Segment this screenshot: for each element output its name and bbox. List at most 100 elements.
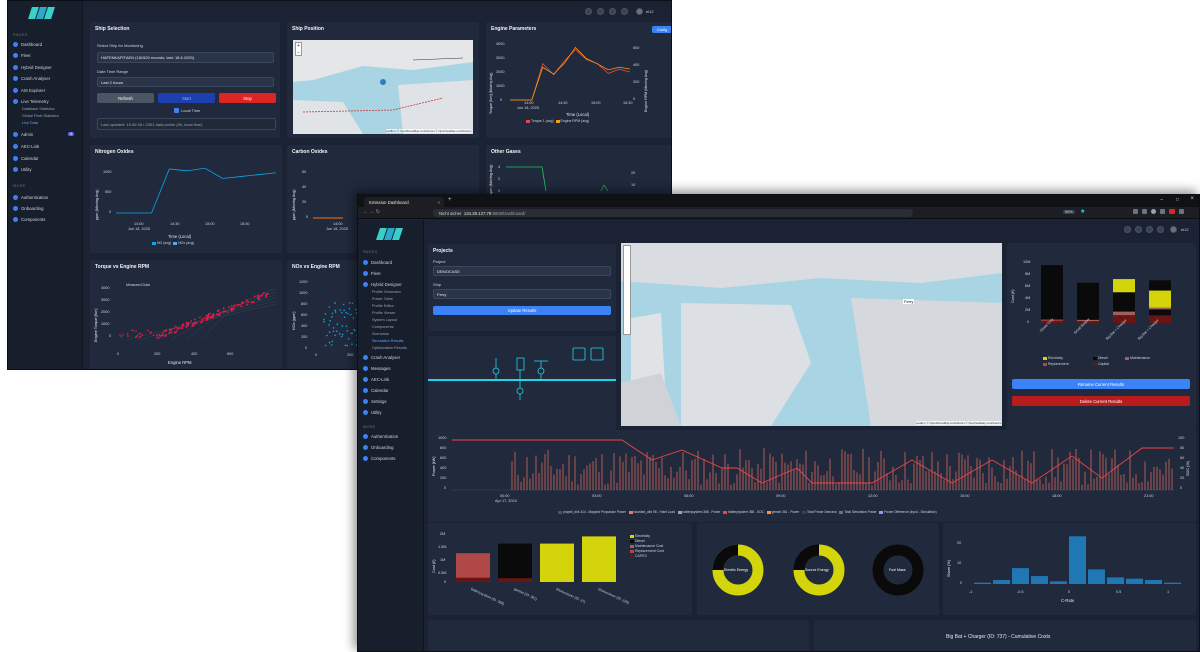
settings-icon[interactable] xyxy=(1135,226,1142,233)
bell-icon[interactable] xyxy=(621,8,628,15)
close-window-icon[interactable]: × xyxy=(1190,196,1194,202)
back-nav-icon[interactable]: ← → ↻ xyxy=(363,209,380,215)
nav-ais-explorer[interactable]: AIS Explorer xyxy=(13,88,45,93)
nav-aec-link[interactable]: AEC-Link xyxy=(363,377,389,382)
nav-sub-item[interactable]: System Layout xyxy=(372,318,397,322)
settings-icon[interactable] xyxy=(597,8,604,15)
nav-sub-item-active[interactable]: Simulation Results xyxy=(372,339,403,343)
scatter-point xyxy=(353,328,355,331)
nav-sub-item[interactable]: Profile Editor xyxy=(372,304,394,308)
scatter-point xyxy=(240,305,243,308)
map-attribution: Leaflet | © OpenStreetMap contributors ©… xyxy=(386,129,471,133)
zoom-indicator[interactable]: 90% xyxy=(1063,210,1075,214)
scatter-point xyxy=(334,302,336,304)
update-results-button[interactable]: Update Results xyxy=(433,306,611,315)
nav-fleet[interactable]: Fleet xyxy=(13,53,31,58)
nav-dashboard[interactable]: Dashboard xyxy=(13,42,42,47)
nav-hybrid-designer[interactable]: Hybrid Designer xyxy=(13,65,52,70)
scatter-point xyxy=(332,330,335,333)
nav-sub-item[interactable]: Scenarios xyxy=(372,332,389,336)
nav-utility[interactable]: Utility xyxy=(13,167,32,172)
legend-item: Capital xyxy=(1093,362,1109,366)
nav-onboarding[interactable]: Onboarding xyxy=(363,445,393,450)
stop-button[interactable]: Stop xyxy=(219,93,276,103)
nav-utility[interactable]: Utility xyxy=(363,410,382,415)
nav-sub-live-data[interactable]: Live Data xyxy=(22,121,38,125)
config-button[interactable]: Config xyxy=(652,26,671,33)
ship-map[interactable]: + − Leaflet | © OpenStreetMap contributor… xyxy=(293,40,473,134)
zoom-control[interactable]: + − xyxy=(295,42,302,56)
user-name[interactable]: ei12 xyxy=(646,9,654,14)
nav-dashboard[interactable]: Dashboard xyxy=(363,260,392,265)
search-icon[interactable] xyxy=(1124,226,1131,233)
nav-sub-db-stats[interactable]: Database Statistics xyxy=(22,107,55,111)
scatter-point xyxy=(351,343,353,346)
nav-sub-item[interactable]: Components xyxy=(372,325,394,329)
ship-selection-card: Ship Selection Select Ship for Monitorin… xyxy=(90,22,280,138)
nav-components[interactable]: Components xyxy=(13,217,45,222)
nav-calendar[interactable]: Calendar xyxy=(363,388,388,393)
nav-sub-fleet-stats[interactable]: Global Fleet Statistics xyxy=(22,114,59,118)
nav-crash-analyser[interactable]: Crash Analyser xyxy=(363,355,400,360)
local-time-checkbox[interactable] xyxy=(174,108,179,113)
nav-aec-link[interactable]: AEC-Link xyxy=(13,144,39,149)
ship-select[interactable]: HAFENKAPITAEN (181520 records, last: 18.… xyxy=(97,52,274,63)
nav-fleet[interactable]: Fleet xyxy=(363,271,381,276)
nav-onboarding[interactable]: Onboarding xyxy=(13,206,43,211)
ship-select[interactable]: Ferry xyxy=(433,289,611,299)
y-tick: 6M xyxy=(1025,284,1031,288)
series-line-0 xyxy=(510,49,631,101)
nav-sub-item[interactable]: Profile Viewer xyxy=(372,311,395,315)
refresh-button[interactable]: Refresh xyxy=(97,93,154,103)
avatar[interactable] xyxy=(636,8,643,15)
nav-messages[interactable]: Messages xyxy=(363,366,391,371)
scatter-point xyxy=(231,304,233,307)
nav-components[interactable]: Components xyxy=(363,456,395,461)
rename-results-button[interactable]: Rename Current Results xyxy=(1012,379,1190,389)
project-select[interactable]: DEMOCASE xyxy=(433,266,611,276)
theme-icon[interactable] xyxy=(609,8,616,15)
scatter-point xyxy=(219,311,222,314)
star-icon[interactable]: ★ xyxy=(1080,208,1085,215)
route-map[interactable]: Ferry Leaflet | © OpenStreetMap contribu… xyxy=(621,243,1002,426)
delete-results-button[interactable]: Delete Current Results xyxy=(1012,396,1190,406)
nav-sub-item[interactable]: Power Table xyxy=(372,297,393,301)
avatar[interactable] xyxy=(1170,226,1177,233)
browser-tab[interactable]: Emission Dashboard × xyxy=(364,197,444,207)
y-tick: 20 xyxy=(302,200,307,204)
minimize-icon[interactable]: – xyxy=(1160,197,1163,203)
sidebar: PAGES Dashboard Fleet Hybrid Designer Cr… xyxy=(8,1,83,369)
power-timeseries-plot xyxy=(452,439,1174,491)
toolbar-icons[interactable] xyxy=(1133,209,1193,216)
y2-tick: 0 xyxy=(1180,486,1183,490)
nav-sub-item[interactable]: Profile Generator xyxy=(372,290,401,294)
scatter-point xyxy=(203,317,206,320)
nav-live-telemetry[interactable]: Live Telemetry xyxy=(13,99,49,104)
bell-icon[interactable] xyxy=(1157,226,1164,233)
url-field[interactable]: Nicht sicher 134.28.127.78:8000/Dashboar… xyxy=(433,209,913,217)
start-button[interactable]: Start xyxy=(158,93,215,103)
nav-admin[interactable]: Admin xyxy=(13,132,33,137)
scatter-point xyxy=(246,303,248,306)
scatter-point xyxy=(351,302,354,305)
theme-icon[interactable] xyxy=(1146,226,1153,233)
maximize-icon[interactable]: □ xyxy=(1176,197,1179,203)
system-diagram xyxy=(428,347,616,400)
search-icon[interactable] xyxy=(585,8,592,15)
nav-crash-analyser[interactable]: Crash Analyser xyxy=(13,76,50,81)
nav-sub-item[interactable]: Optimization Results xyxy=(372,346,407,350)
nav-hybrid-designer[interactable]: Hybrid Designer xyxy=(363,282,402,287)
app-logo xyxy=(376,228,403,240)
section-label: MORE xyxy=(13,184,26,188)
nav-settings[interactable]: Settings xyxy=(363,399,387,404)
new-tab-icon[interactable]: + xyxy=(448,197,452,203)
field-label: Date Time Range xyxy=(97,69,129,74)
histogram-bar xyxy=(1107,577,1124,584)
nav-authentication[interactable]: Authentication xyxy=(13,195,48,200)
map-toolbar[interactable] xyxy=(623,245,631,335)
nav-authentication[interactable]: Authentication xyxy=(363,434,398,439)
torque-rpm-card: Torque vs Engine RPM Engine Torque [Nm] … xyxy=(90,260,282,369)
user-name[interactable]: ei12 xyxy=(1181,227,1189,232)
range-select[interactable]: Last 2 hours xyxy=(97,77,274,87)
nav-calendar[interactable]: Calendar xyxy=(13,156,38,161)
